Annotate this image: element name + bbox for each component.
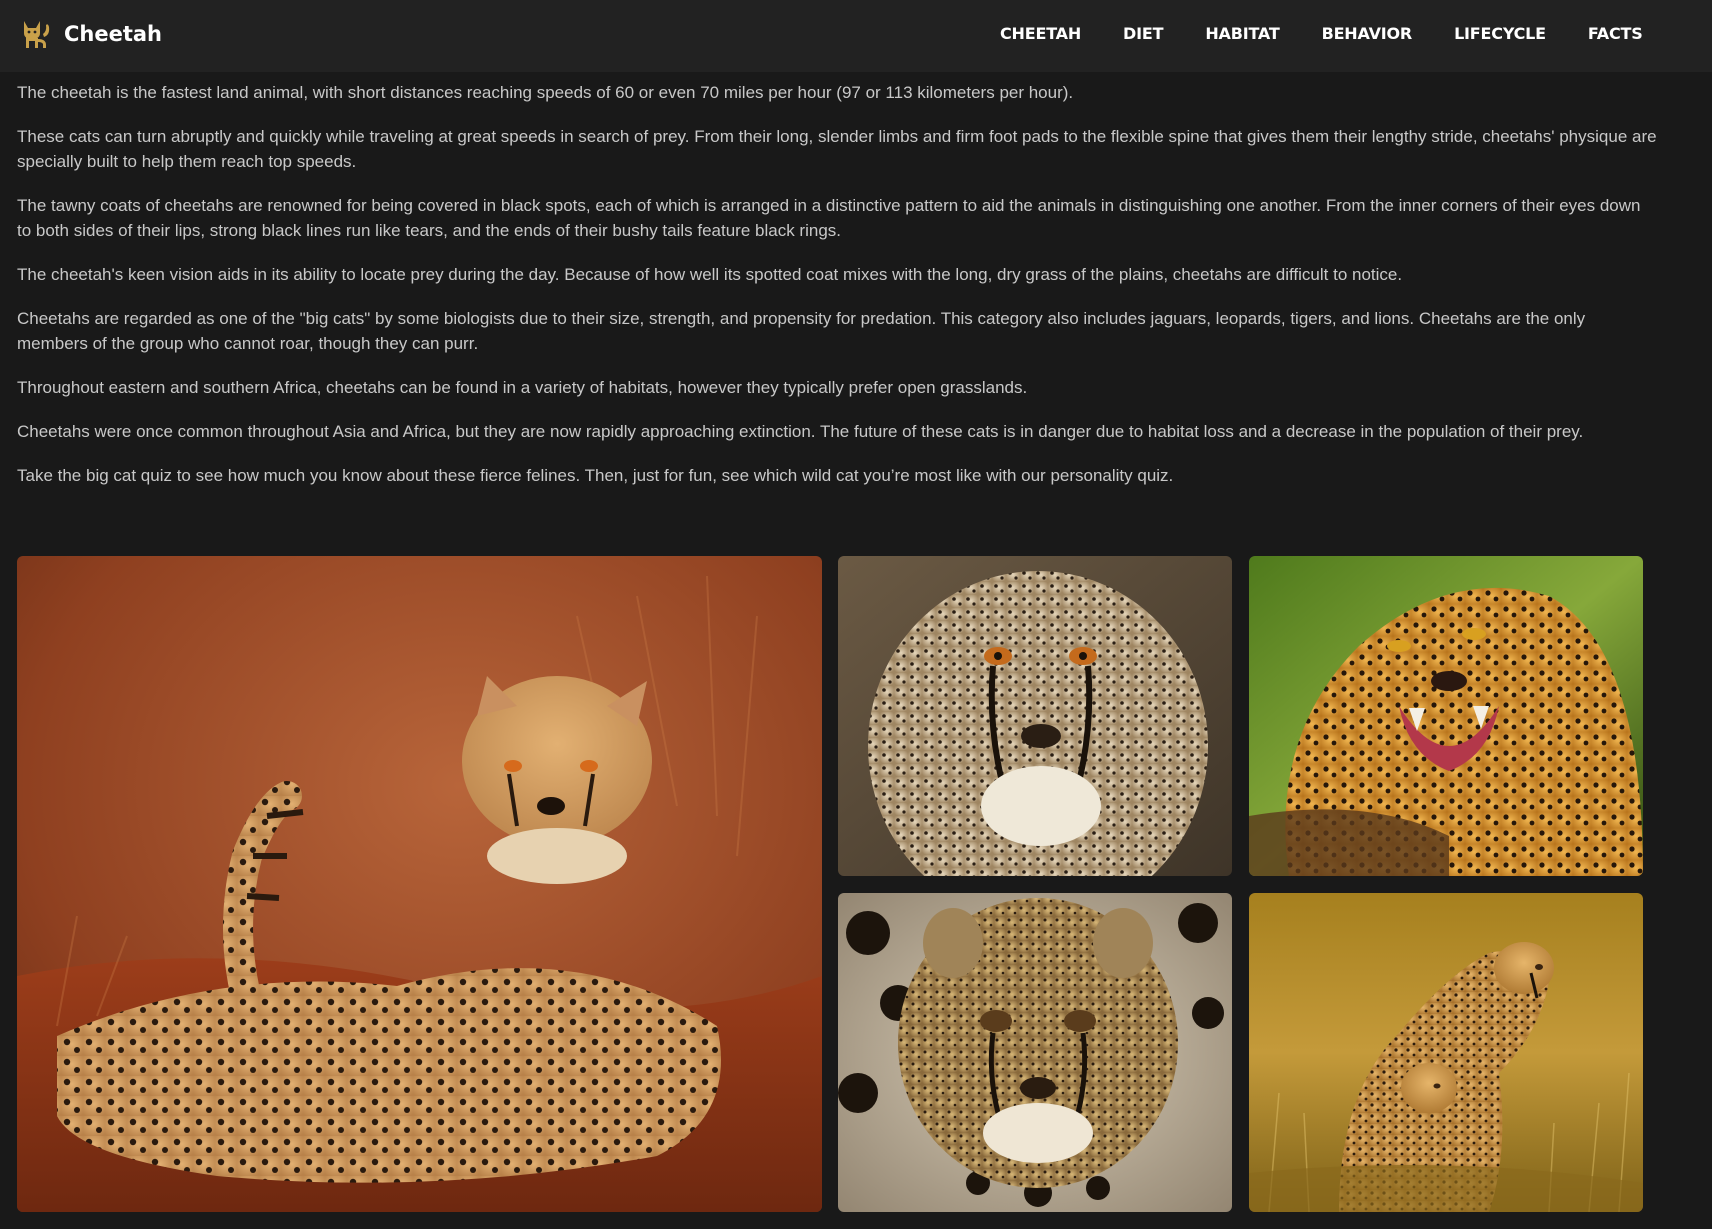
article-paragraph: The cheetah is the fastest land animal, … <box>17 83 1074 102</box>
nav-link-behavior[interactable]: BEHAVIOR <box>1322 24 1413 43</box>
gallery-photo-reclining-cheetah[interactable] <box>17 556 822 1212</box>
article-paragraph: Cheetahs were once common throughout Asi… <box>17 422 1584 441</box>
article-paragraph: These cats can turn abruptly and quickly… <box>17 127 1657 171</box>
nav-link-habitat[interactable]: HABITAT <box>1205 24 1279 43</box>
article-paragraph: Cheetahs are regarded as one of the "big… <box>17 309 1586 353</box>
nav-link-facts[interactable]: FACTS <box>1588 24 1643 43</box>
nav-link-diet[interactable]: DIET <box>1123 24 1163 43</box>
gallery-photo-mother-and-cub[interactable] <box>1249 893 1643 1212</box>
brand-name: Cheetah <box>64 22 163 46</box>
top-navbar: Cheetah CHEETAH DIET HABITAT BEHAVIOR LI… <box>0 0 1712 72</box>
article-content: The cheetah is the fastest land animal, … <box>17 80 1657 507</box>
brand-logo[interactable]: Cheetah <box>18 14 162 54</box>
article-paragraph: Take the big cat quiz to see how much yo… <box>17 466 1174 485</box>
nav-link-lifecycle[interactable]: LIFECYCLE <box>1454 24 1546 43</box>
gallery-photo-cheetah-face[interactable] <box>838 556 1232 876</box>
article-paragraph: Throughout eastern and southern Africa, … <box>17 378 1028 397</box>
nav-link-cheetah[interactable]: CHEETAH <box>1000 24 1081 43</box>
gallery-photo-cheetah-cub[interactable] <box>838 893 1232 1212</box>
photo-gallery <box>17 556 1643 1212</box>
article-paragraph: The tawny coats of cheetahs are renowned… <box>17 196 1641 240</box>
article-paragraph: The cheetah's keen vision aids in its ab… <box>17 265 1403 284</box>
main-nav: CHEETAH DIET HABITAT BEHAVIOR LIFECYCLE … <box>1000 0 1643 66</box>
gallery-photo-snarling-leopard[interactable] <box>1249 556 1643 876</box>
cat-icon <box>18 17 52 51</box>
